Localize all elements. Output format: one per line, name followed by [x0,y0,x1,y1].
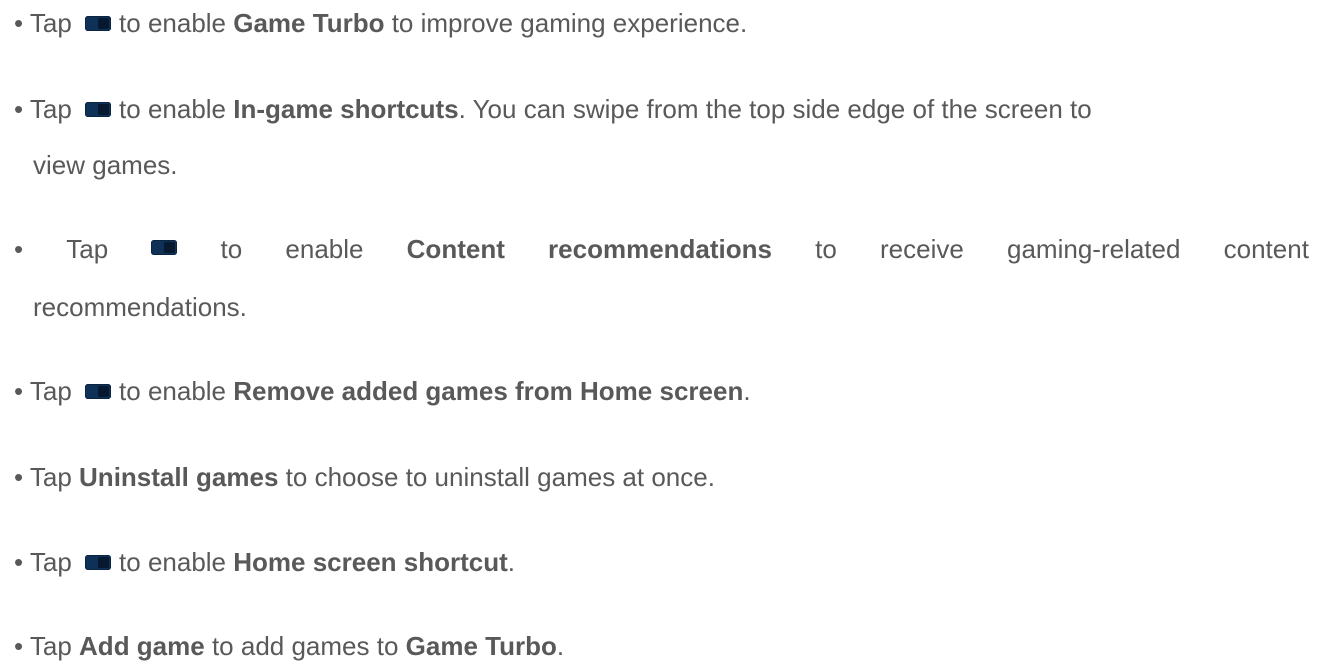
item-text-bold: Uninstall games [79,462,279,492]
bullet: • [14,462,24,492]
item-text-pre: Tap [29,631,72,661]
item-text-pre: Tap [29,94,72,124]
bullet: • [14,234,24,264]
bullet: • [14,631,24,661]
item-text-mid: to enable [119,94,227,124]
list-item: • Tap to enable Game Turbo to improve ga… [14,8,1309,38]
item-text-post: gaming-related [1007,234,1181,264]
list-item: • Tap to enable Home screen shortcut. [14,547,1309,577]
item-text-post: . You can swipe from the top side edge o… [458,94,1092,124]
list-item: • Tap Add game to add games to Game Turb… [14,631,1309,661]
list-item: • Tap to enable Content recommendations … [14,234,1309,264]
toggle-switch-icon [85,384,112,400]
item-text-pre: Tap [66,234,109,264]
item-text-bold: Add game [79,631,205,661]
list-item: • Tap to enable Remove added games from … [14,376,1309,406]
item-text-post: to add games to [211,631,399,661]
item-text-mid: enable [285,234,364,264]
item-text-post: . [507,547,516,577]
item-text-post: to [815,234,837,264]
toggle-switch-icon [85,102,112,118]
item-text-bold: recommendations [548,234,772,264]
item-text-pre: Tap [29,376,72,406]
list-item: • Tap to enable In-game shortcuts. You c… [14,94,1309,124]
toggle-switch-icon [85,555,112,571]
item-text-mid: to [220,234,243,264]
item-text-bold: Content [406,234,505,264]
bullet: • [14,376,24,406]
item-text-pre: Tap [29,547,72,577]
item-text-bold: Home screen shortcut [233,547,508,577]
item-text-pre: Tap [29,8,72,38]
bullet: • [14,8,24,38]
toggle-switch-icon [85,16,112,32]
list-item-continuation: recommendations. [33,292,1309,322]
item-text-post: to improve gaming experience. [391,8,748,38]
instructions-document: • Tap to enable Game Turbo to improve ga… [0,0,1331,664]
item-text-bold: Game Turbo [233,8,385,38]
item-text-post: to choose to uninstall games at once. [285,462,715,492]
bullet: • [14,547,24,577]
item-text-cont: view games. [33,150,178,180]
item-text-post: . [556,631,565,661]
list-item-continuation: view games. [33,150,1309,180]
item-text-mid: to enable [119,547,227,577]
item-text-mid: to enable [119,8,227,38]
item-text-mid: to enable [119,376,227,406]
item-text-bold: Remove added games from Home screen [233,376,744,406]
item-text-post: . [743,376,751,406]
item-text-bold: In-game shortcuts [233,94,459,124]
item-text-pre: Tap [29,462,72,492]
item-text-bold: Game Turbo [405,631,557,661]
list-item: • Tap Uninstall games to choose to unins… [14,462,1309,492]
item-text-post: receive [880,234,964,264]
item-text-post: content [1223,234,1309,264]
item-text-cont: recommendations. [33,292,247,322]
toggle-switch-icon [151,240,178,255]
bullet: • [14,94,24,124]
